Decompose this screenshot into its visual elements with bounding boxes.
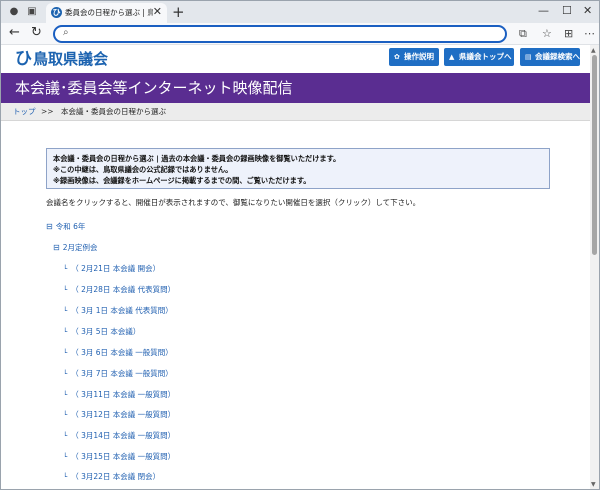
site-header: ひ 鳥取県議会 ✿ 操作説明 ▲ 県議会トップへ ▤ 会議録検索へ	[1, 45, 590, 73]
favorites-icon[interactable]: ☆	[542, 27, 552, 40]
scroll-down-icon[interactable]: ▼	[591, 481, 596, 488]
branch-icon: └	[63, 411, 68, 419]
help-button-label: 操作説明	[404, 52, 434, 61]
tab-title: 委員会の日程から選ぶ | 鳥取県議会	[65, 8, 153, 17]
reload-icon[interactable]: ↻	[31, 26, 42, 40]
tree-year-label[interactable]: 令和 6年	[56, 222, 86, 231]
session-link[interactable]: （ 3月14日 本会議 一般質問）	[71, 431, 175, 440]
minimize-icon[interactable]: —	[538, 4, 549, 17]
minutes-search-button[interactable]: ▤ 会議録検索へ	[520, 48, 580, 66]
instruction-text: 会議名をクリックすると、開催日が表示されますので、御覧になりたい開催日を選択（ク…	[46, 198, 421, 207]
tree-leaf[interactable]: └ （ 3月14日 本会議 一般質問）	[63, 431, 175, 441]
breadcrumb: トップ >> 本会議・委員会の日程から選ぶ	[1, 103, 590, 121]
collapse-icon[interactable]: ⊟	[46, 222, 53, 231]
minutes-search-button-label: 会議録検索へ	[535, 52, 580, 61]
tree-leaf[interactable]: └ （ 3月 6日 本会議 一般質問）	[63, 348, 173, 358]
browser-tab[interactable]: ひ 委員会の日程から選ぶ | 鳥取県議会 ✕	[46, 3, 167, 23]
session-link[interactable]: （ 3月 6日 本会議 一般質問）	[71, 348, 173, 357]
more-menu-icon[interactable]: ⋯	[584, 27, 595, 40]
extensions-icon[interactable]: ⧉	[519, 27, 527, 41]
tab-strip: ● ▣ ひ 委員会の日程から選ぶ | 鳥取県議会 ✕ + — ☐ ✕	[1, 1, 599, 23]
tab-close-icon[interactable]: ✕	[153, 5, 162, 18]
session-link[interactable]: （ 3月 5日 本会議）	[71, 327, 140, 336]
vertical-scrollbar[interactable]: ▲ ▼	[590, 45, 599, 489]
help-button[interactable]: ✿ 操作説明	[389, 48, 439, 66]
notice-line: 本会議・委員会の日程から選ぶ | 過去の本会議・委員会の録画映像を御覧いただけま…	[53, 154, 341, 163]
page-title-band: 本会議･委員会等インターネット映像配信	[1, 73, 590, 103]
scrollbar-thumb[interactable]	[592, 55, 597, 255]
branch-icon: └	[63, 349, 68, 357]
tree-leaf[interactable]: └ （ 3月22日 本会議 閉会）	[63, 472, 160, 482]
maximize-icon[interactable]: ☐	[562, 4, 572, 17]
breadcrumb-current: 本会議・委員会の日程から選ぶ	[61, 107, 166, 116]
back-icon[interactable]: ←	[9, 26, 20, 40]
notice-box: 本会議・委員会の日程から選ぶ | 過去の本会議・委員会の録画映像を御覧いただけま…	[46, 148, 550, 189]
notice-line: ※この中継は、鳥取県議会の公式記録ではありません。	[53, 165, 233, 174]
tree-session-label[interactable]: 2月定例会	[63, 243, 98, 252]
branch-icon: └	[63, 473, 68, 481]
branch-icon: └	[63, 453, 68, 461]
session-link[interactable]: （ 3月 1日 本会議 代表質問）	[71, 306, 173, 315]
page-viewport: ひ 鳥取県議会 ✿ 操作説明 ▲ 県議会トップへ ▤ 会議録検索へ 本会議･委員…	[1, 45, 590, 489]
tree-leaf[interactable]: └ （ 2月28日 本会議 代表質問）	[63, 285, 175, 295]
scroll-up-icon[interactable]: ▲	[591, 47, 596, 54]
tree-leaf[interactable]: └ （ 3月11日 本会議 一般質問）	[63, 390, 175, 400]
assembly-top-button[interactable]: ▲ 県議会トップへ	[444, 48, 514, 66]
breadcrumb-separator: >>	[41, 107, 54, 116]
branch-icon: └	[63, 307, 68, 315]
tree-leaf[interactable]: └ （ 3月 5日 本会議）	[63, 327, 140, 337]
favicon-icon: ひ	[51, 7, 62, 18]
branch-icon: └	[63, 265, 68, 273]
gear-icon: ✿	[394, 53, 400, 61]
address-bar[interactable]: ⌕	[53, 25, 507, 43]
session-link[interactable]: （ 3月 7日 本会議 一般質問）	[71, 369, 173, 378]
session-link[interactable]: （ 3月22日 本会議 閉会）	[71, 472, 160, 481]
breadcrumb-home-link[interactable]: トップ	[13, 103, 36, 120]
browser-toolbar: ← ↻ ⌕ ⧉ ☆ ⊞ ⋯	[1, 23, 599, 45]
branch-icon: └	[63, 391, 68, 399]
building-icon: ▲	[449, 53, 455, 61]
branch-icon: └	[63, 328, 68, 336]
branch-icon: └	[63, 370, 68, 378]
page-title: 本会議･委員会等インターネット映像配信	[15, 79, 293, 97]
tree-leaf[interactable]: └ （ 3月12日 本会議 一般質問）	[63, 410, 175, 420]
window-close-icon[interactable]: ✕	[583, 4, 592, 17]
collections-icon[interactable]: ⊞	[564, 27, 573, 40]
session-link[interactable]: （ 3月12日 本会議 一般質問）	[71, 410, 175, 419]
branch-icon: └	[63, 432, 68, 440]
tree-leaf[interactable]: └ （ 3月 1日 本会議 代表質問）	[63, 306, 173, 316]
tree-leaf[interactable]: └ （ 3月15日 本会議 一般質問）	[63, 452, 175, 462]
new-tab-button[interactable]: +	[172, 3, 185, 21]
collapse-icon[interactable]: ⊟	[53, 243, 60, 252]
session-link[interactable]: （ 3月15日 本会議 一般質問）	[71, 452, 175, 461]
tree-leaf[interactable]: └ （ 2月21日 本会議 開会）	[63, 264, 160, 274]
tree-year-node[interactable]: ⊟ 令和 6年	[46, 222, 85, 232]
logo-icon: ひ	[15, 49, 32, 69]
tree-session-node[interactable]: ⊟ 2月定例会	[53, 243, 97, 253]
site-logo-text[interactable]: 鳥取県議会	[33, 49, 108, 69]
tree-leaf[interactable]: └ （ 3月 7日 本会議 一般質問）	[63, 369, 173, 379]
notice-line: ※録画映像は、会議録をホームページに掲載するまでの間、ご覧いただけます。	[53, 176, 311, 185]
browser-window: ● ▣ ひ 委員会の日程から選ぶ | 鳥取県議会 ✕ + — ☐ ✕ ← ↻ ⌕…	[0, 0, 600, 490]
assembly-top-button-label: 県議会トップへ	[459, 52, 512, 61]
branch-icon: └	[63, 286, 68, 294]
workspaces-icon[interactable]: ▣	[26, 6, 38, 18]
profile-icon[interactable]: ●	[8, 6, 20, 18]
search-icon: ⌕	[63, 27, 69, 38]
session-link[interactable]: （ 2月21日 本会議 開会）	[71, 264, 160, 273]
session-link[interactable]: （ 3月11日 本会議 一般質問）	[71, 390, 175, 399]
session-link[interactable]: （ 2月28日 本会議 代表質問）	[71, 285, 175, 294]
document-icon: ▤	[525, 53, 532, 61]
